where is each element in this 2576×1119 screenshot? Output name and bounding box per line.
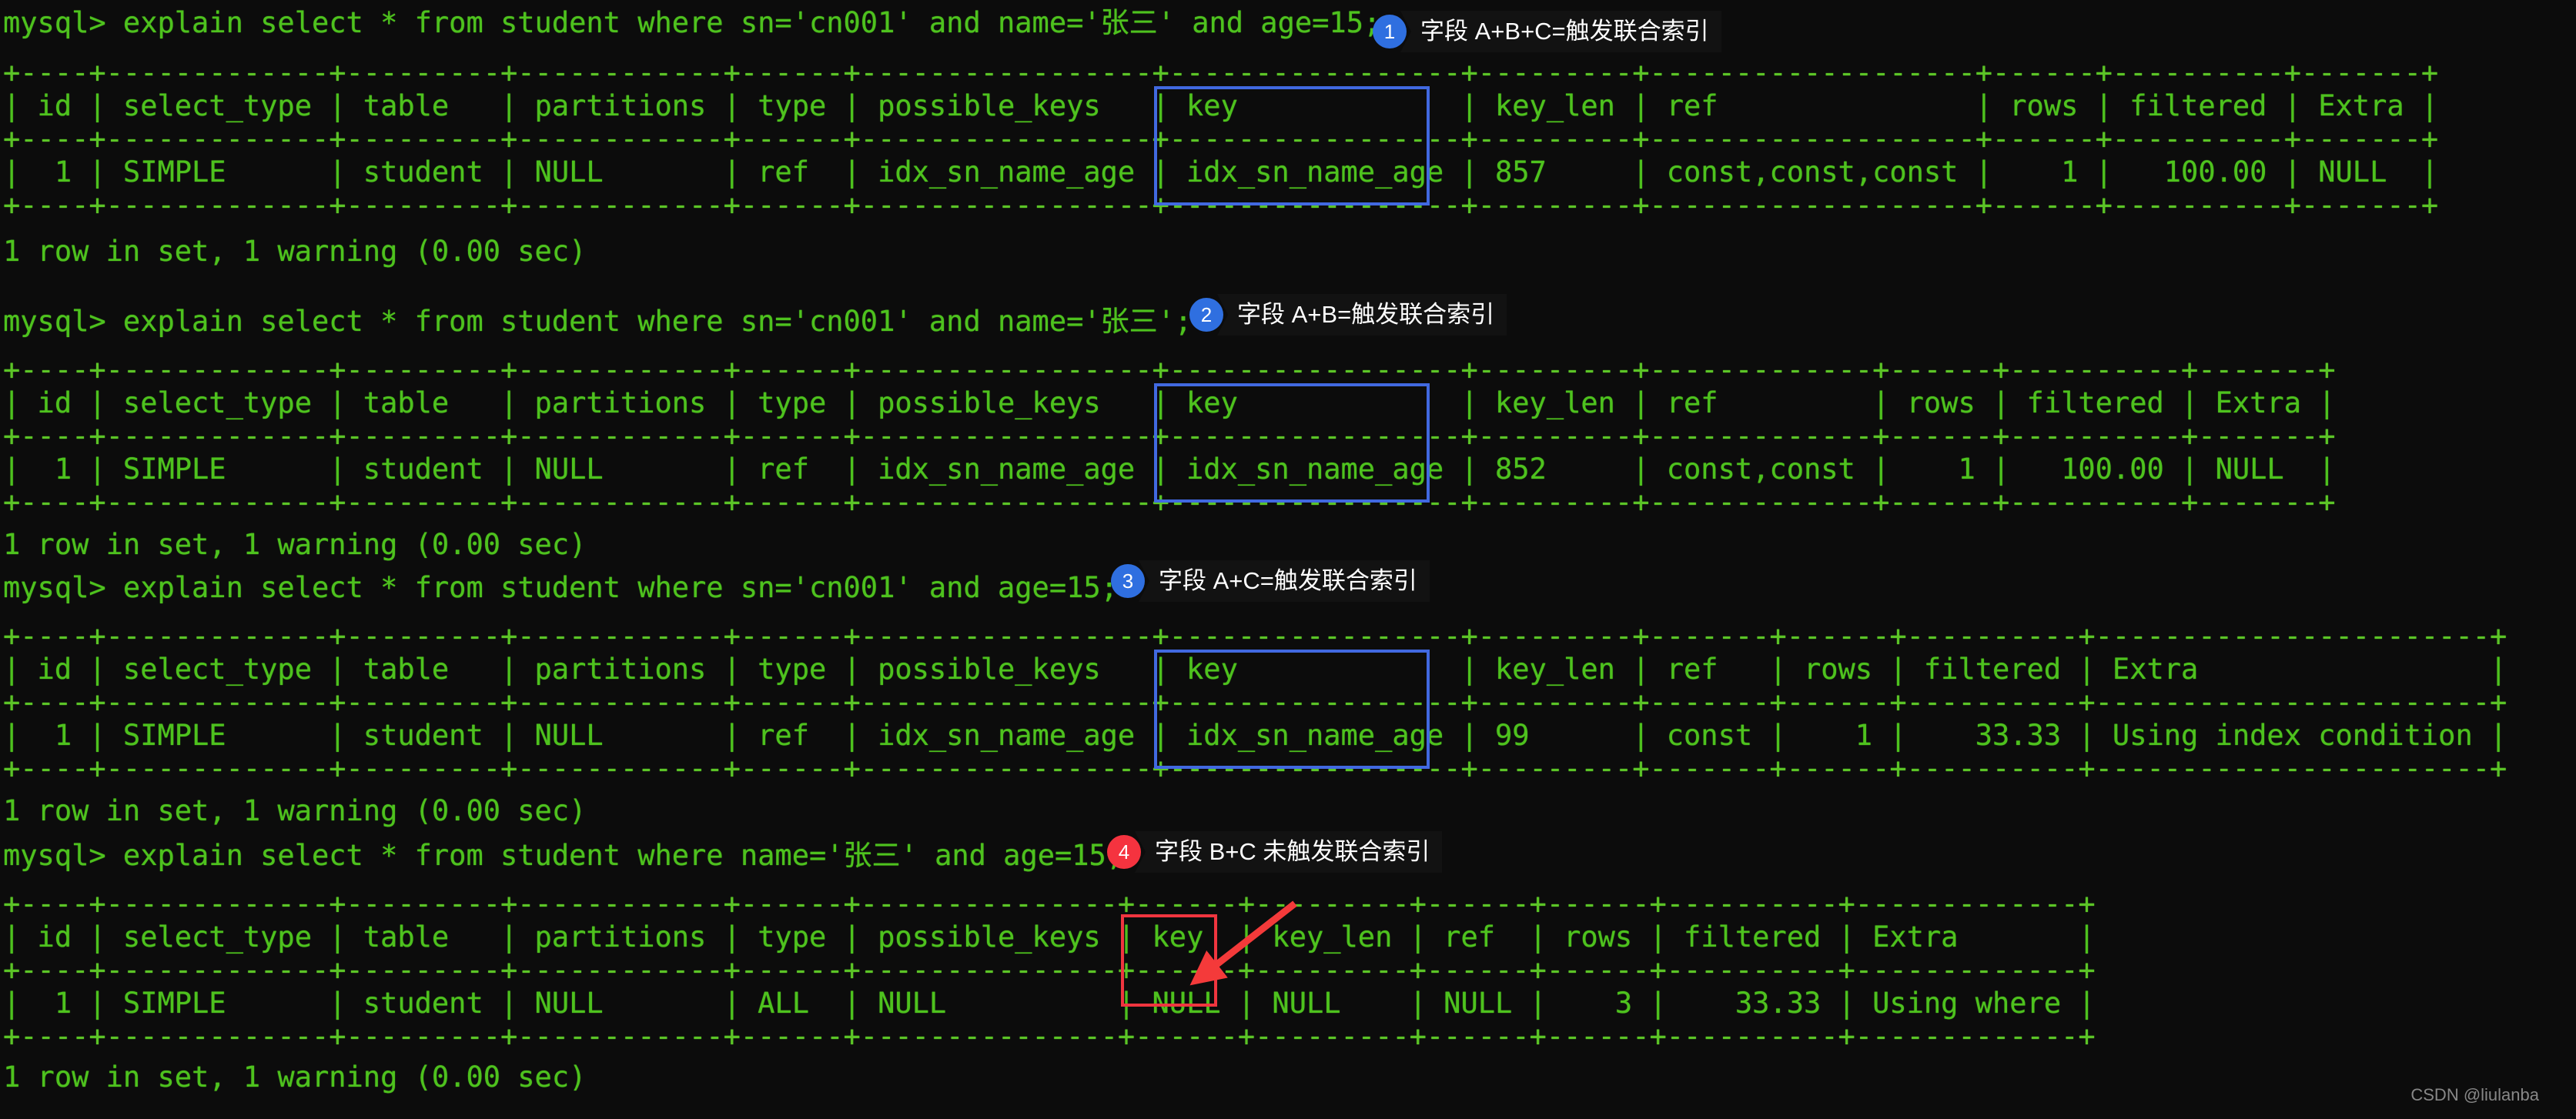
table-header-row: | id | select_type | table | partitions … <box>3 653 2507 686</box>
sql-query-line: mysql> explain select * from student whe… <box>3 571 1118 604</box>
sql-query-line: mysql> explain select * from student whe… <box>3 839 1124 872</box>
annotation-badge-2: 2 <box>1189 298 1223 332</box>
table-rule-mid: +----+-------------+---------+----------… <box>3 419 2336 453</box>
table-rule-top: +----+-------------+---------+----------… <box>3 56 2439 89</box>
result-status-line: 1 row in set, 1 warning (0.00 sec) <box>3 235 587 268</box>
table-rule-mid: +----+-------------+---------+----------… <box>3 122 2439 155</box>
annotation-callout-3: 3 字段 A+C=触发联合索引 <box>1111 560 1430 602</box>
annotation-callout-2: 2 字段 A+B=触发联合索引 <box>1189 294 1507 336</box>
result-status-line: 1 row in set, 1 warning (0.00 sec) <box>3 1061 587 1094</box>
annotation-callout-1: 1 字段 A+B+C=触发联合索引 <box>1373 11 1721 52</box>
table-rule-bottom: +----+-------------+---------+----------… <box>3 1020 2096 1053</box>
annotation-text-3: 字段 A+C=触发联合索引 <box>1139 560 1430 602</box>
annotation-text-2: 字段 A+B=触发联合索引 <box>1217 294 1507 336</box>
annotation-text-1: 字段 A+B+C=触发联合索引 <box>1400 11 1721 52</box>
table-data-row: | 1 | SIMPLE | student | NULL | ref | id… <box>3 453 2336 486</box>
table-rule-top: +----+-------------+---------+----------… <box>3 887 2096 920</box>
table-rule-top: +----+-------------+---------+----------… <box>3 620 2507 653</box>
table-rule-bottom: +----+-------------+---------+----------… <box>3 752 2507 785</box>
annotation-badge-4: 4 <box>1107 835 1141 869</box>
result-status-line: 1 row in set, 1 warning (0.00 sec) <box>3 794 587 827</box>
table-rule-bottom: +----+-------------+---------+----------… <box>3 486 2336 519</box>
table-data-row: | 1 | SIMPLE | student | NULL | ref | id… <box>3 719 2507 752</box>
table-data-row: | 1 | SIMPLE | student | NULL | ref | id… <box>3 155 2439 189</box>
watermark: CSDN @liulanba <box>2410 1085 2539 1104</box>
terminal-window: mysql> explain select * from student whe… <box>0 0 2576 1119</box>
annotation-callout-4: 4 字段 B+C 未触发联合索引 <box>1107 831 1443 873</box>
annotation-badge-1: 1 <box>1373 15 1407 48</box>
annotation-text-4: 字段 B+C 未触发联合索引 <box>1135 831 1443 873</box>
table-header-row: | id | select_type | table | partitions … <box>3 89 2439 122</box>
sql-query-line: mysql> explain select * from student whe… <box>3 6 1381 39</box>
table-header-row: | id | select_type | table | partitions … <box>3 386 2336 419</box>
result-status-line: 1 row in set, 1 warning (0.00 sec) <box>3 528 587 561</box>
sql-query-line: mysql> explain select * from student whe… <box>3 305 1193 338</box>
table-rule-top: +----+-------------+---------+----------… <box>3 353 2336 386</box>
table-data-row: | 1 | SIMPLE | student | NULL | ALL | NU… <box>3 987 2096 1020</box>
table-rule-mid: +----+-------------+---------+----------… <box>3 686 2507 719</box>
table-rule-bottom: +----+-------------+---------+----------… <box>3 189 2439 222</box>
table-header-row: | id | select_type | table | partitions … <box>3 920 2096 954</box>
table-rule-mid: +----+-------------+---------+----------… <box>3 954 2096 987</box>
annotation-badge-3: 3 <box>1111 564 1145 598</box>
